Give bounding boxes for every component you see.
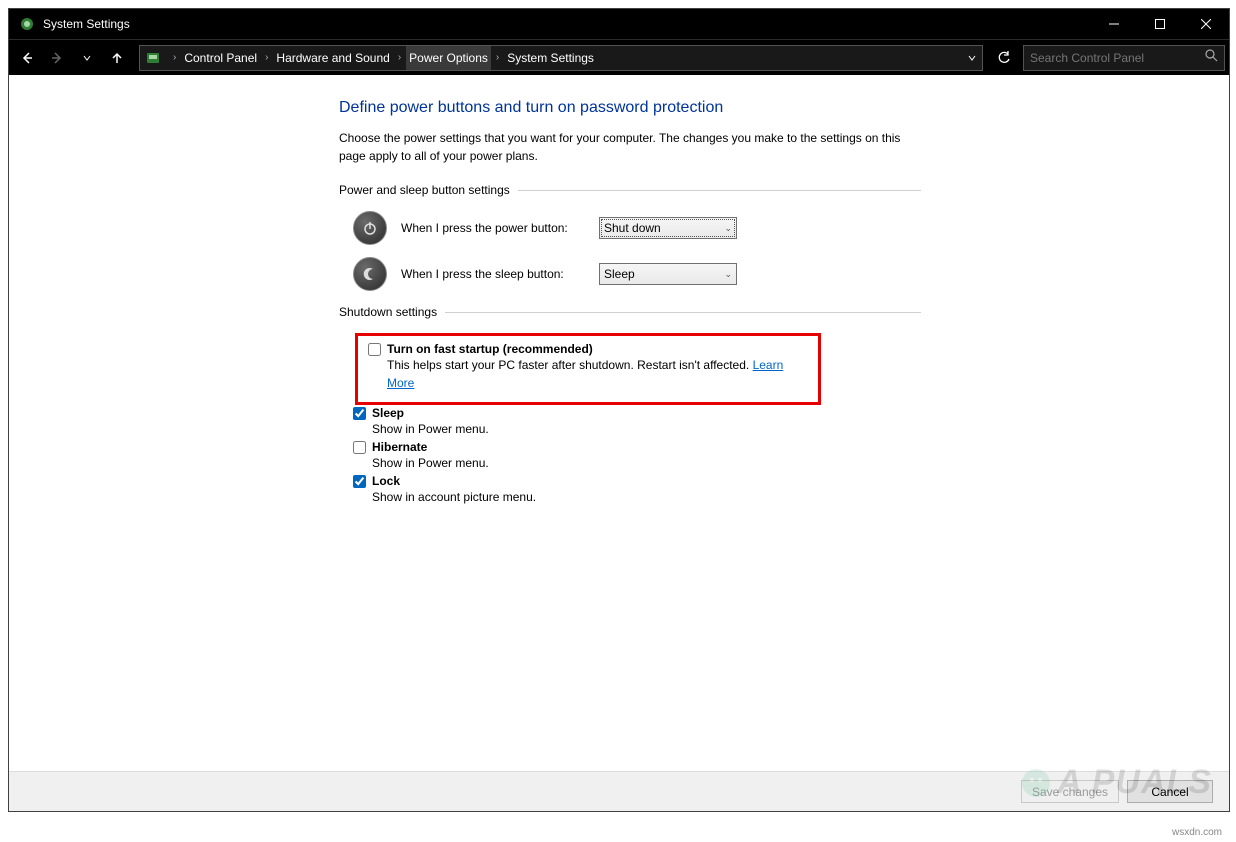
- sleep-button-select[interactable]: Sleep ⌄: [599, 263, 737, 285]
- search-field[interactable]: [1030, 51, 1205, 65]
- sleep-option: Sleep Show in Power menu.: [353, 406, 921, 438]
- hibernate-desc: Show in Power menu.: [372, 454, 921, 472]
- fast-startup-label: Turn on fast startup (recommended): [387, 342, 593, 356]
- chevron-right-icon: ›: [491, 52, 504, 63]
- watermark: A PUALS: [1019, 763, 1212, 802]
- sleep-icon: [353, 257, 387, 291]
- lock-desc: Show in account picture menu.: [372, 488, 921, 506]
- recent-dropdown[interactable]: [73, 44, 101, 72]
- up-button[interactable]: [103, 44, 131, 72]
- power-icon: [353, 211, 387, 245]
- hibernate-label: Hibernate: [372, 440, 427, 454]
- sleep-checkbox[interactable]: [353, 407, 366, 420]
- chevron-right-icon: ›: [168, 52, 181, 63]
- breadcrumb[interactable]: › Control Panel › Hardware and Sound › P…: [139, 45, 983, 71]
- breadcrumb-item[interactable]: Control Panel: [181, 46, 260, 70]
- breadcrumb-item[interactable]: Hardware and Sound: [273, 46, 392, 70]
- sleep-label: Sleep: [372, 406, 404, 420]
- highlight-annotation: Turn on fast startup (recommended) This …: [355, 333, 821, 405]
- hibernate-option: Hibernate Show in Power menu.: [353, 440, 921, 472]
- page-description: Choose the power settings that you want …: [339, 129, 921, 165]
- window-frame: System Settings › Control Panel › Hardwa…: [8, 8, 1230, 812]
- location-icon: [142, 47, 164, 69]
- fast-startup-checkbox[interactable]: [368, 343, 381, 356]
- content-area: Define power buttons and turn on passwor…: [9, 75, 1229, 811]
- chevron-right-icon: ›: [393, 52, 406, 63]
- back-button[interactable]: [13, 44, 41, 72]
- navbar: › Control Panel › Hardware and Sound › P…: [9, 39, 1229, 75]
- lock-option: Lock Show in account picture menu.: [353, 474, 921, 506]
- lock-checkbox[interactable]: [353, 475, 366, 488]
- fast-startup-option: Turn on fast startup (recommended) This …: [368, 342, 808, 392]
- titlebar: System Settings: [9, 9, 1229, 39]
- breadcrumb-item[interactable]: Power Options: [406, 46, 491, 70]
- power-button-label: When I press the power button:: [401, 221, 585, 235]
- power-button-select[interactable]: Shut down ⌄: [599, 217, 737, 239]
- lock-label: Lock: [372, 474, 400, 488]
- search-icon: [1205, 49, 1218, 67]
- chevron-down-icon: ⌄: [724, 223, 732, 234]
- maximize-button[interactable]: [1137, 9, 1183, 39]
- credit-text: wsxdn.com: [1172, 827, 1222, 838]
- close-button[interactable]: [1183, 9, 1229, 39]
- section-header-shutdown: Shutdown settings: [339, 305, 921, 319]
- hibernate-checkbox[interactable]: [353, 441, 366, 454]
- app-icon: [17, 14, 37, 34]
- chevron-down-icon: ⌄: [724, 269, 732, 280]
- section-header-power-sleep: Power and sleep button settings: [339, 183, 921, 197]
- chevron-down-icon[interactable]: [968, 54, 976, 62]
- forward-button[interactable]: [43, 44, 71, 72]
- window-title: System Settings: [43, 17, 1091, 31]
- search-input[interactable]: [1023, 45, 1225, 71]
- minimize-button[interactable]: [1091, 9, 1137, 39]
- sleep-button-label: When I press the sleep button:: [401, 267, 585, 281]
- fast-startup-desc: This helps start your PC faster after sh…: [387, 358, 753, 372]
- sleep-button-row: When I press the sleep button: Sleep ⌄: [353, 257, 921, 291]
- power-button-row: When I press the power button: Shut down…: [353, 211, 921, 245]
- chevron-right-icon: ›: [260, 52, 273, 63]
- sleep-desc: Show in Power menu.: [372, 420, 921, 438]
- page-title: Define power buttons and turn on passwor…: [339, 99, 921, 117]
- breadcrumb-item[interactable]: System Settings: [504, 46, 597, 70]
- refresh-button[interactable]: [991, 45, 1017, 71]
